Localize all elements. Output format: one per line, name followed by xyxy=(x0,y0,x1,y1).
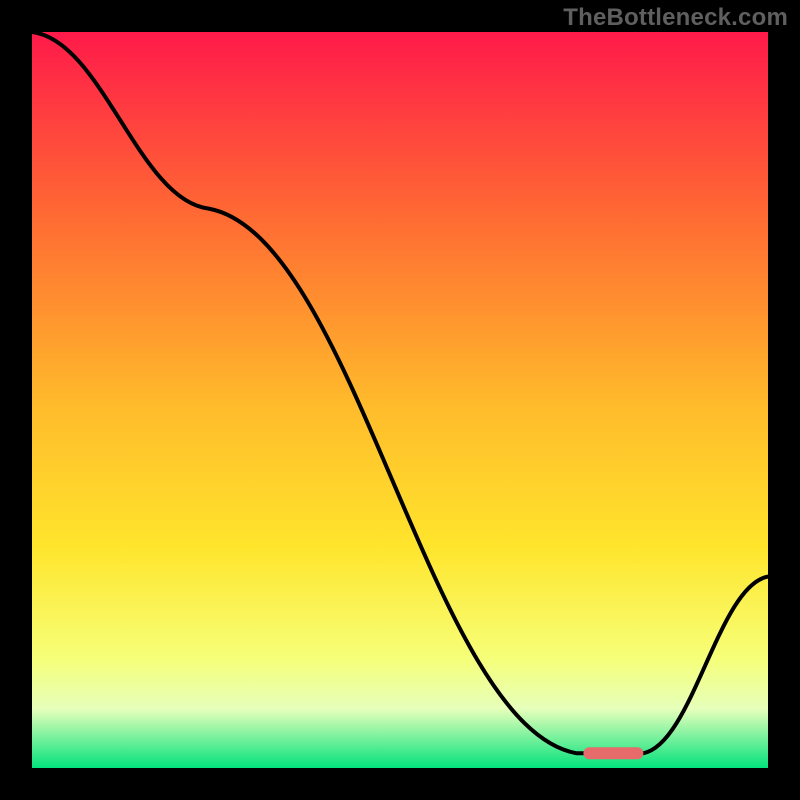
chart-svg xyxy=(32,32,768,768)
watermark-text: TheBottleneck.com xyxy=(563,4,788,32)
plot-area xyxy=(32,32,768,768)
gradient-background xyxy=(32,32,768,768)
chart-frame: TheBottleneck.com xyxy=(0,0,800,800)
optimum-marker xyxy=(583,747,643,759)
